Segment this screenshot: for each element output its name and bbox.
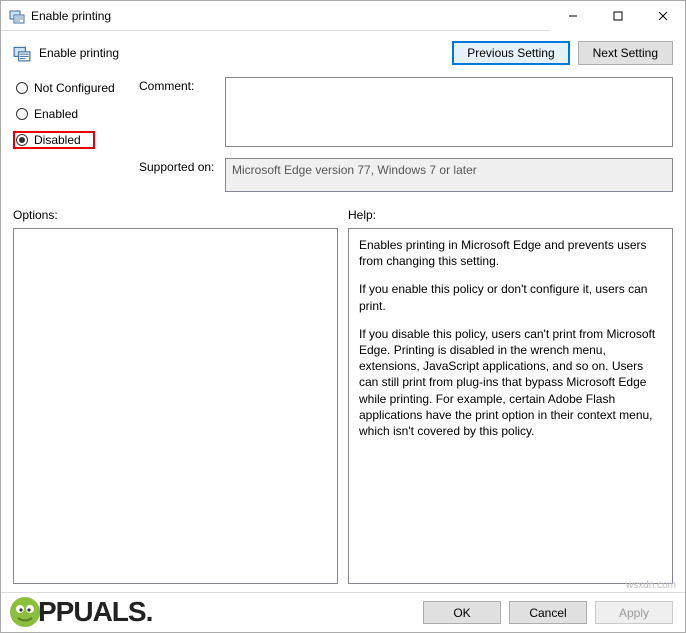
help-text: If you enable this policy or don't confi… [359, 281, 662, 313]
apply-button: Apply [595, 601, 673, 624]
supported-on-label: Supported on: [139, 158, 219, 174]
radio-not-configured[interactable]: Not Configured [13, 79, 133, 97]
header-row: Enable printing Previous Setting Next Se… [1, 31, 685, 73]
comment-field-wrap [225, 77, 673, 150]
close-button[interactable] [640, 1, 685, 31]
dialog-window: Enable printing Enable printing Previous… [0, 0, 686, 633]
cancel-button[interactable]: Cancel [509, 601, 587, 624]
comment-textarea[interactable] [225, 77, 673, 147]
lower-panels: Options: Help: Enables printing in Micro… [13, 208, 673, 584]
policy-title: Enable printing [39, 46, 119, 60]
policy-icon [9, 8, 25, 24]
radio-disabled[interactable]: Disabled [13, 131, 95, 149]
radio-label: Disabled [34, 133, 81, 147]
ok-button[interactable]: OK [423, 601, 501, 624]
radio-icon [16, 108, 28, 120]
radio-label: Enabled [34, 107, 78, 121]
comment-label: Comment: [139, 77, 219, 93]
maximize-button[interactable] [595, 1, 640, 31]
radio-icon [16, 82, 28, 94]
radio-icon [16, 134, 28, 146]
state-radio-group: Not Configured Enabled Disabled [13, 77, 133, 149]
dialog-buttons: OK Cancel Apply [1, 592, 685, 632]
top-config-grid: Not Configured Enabled Disabled Comment:… [13, 77, 673, 192]
help-panel[interactable]: Enables printing in Microsoft Edge and p… [348, 228, 673, 584]
help-label: Help: [348, 208, 673, 222]
help-text: If you disable this policy, users can't … [359, 326, 662, 439]
supported-on-wrap: Microsoft Edge version 77, Windows 7 or … [225, 158, 673, 192]
options-panel[interactable] [13, 228, 338, 584]
minimize-button[interactable] [550, 1, 595, 31]
policy-icon [13, 44, 31, 62]
radio-label: Not Configured [34, 81, 115, 95]
titlebar: Enable printing [1, 1, 685, 31]
content-area: Not Configured Enabled Disabled Comment:… [1, 73, 685, 592]
window-controls [550, 1, 685, 30]
previous-setting-button[interactable]: Previous Setting [452, 41, 569, 65]
radio-enabled[interactable]: Enabled [13, 105, 133, 123]
next-setting-button[interactable]: Next Setting [578, 41, 673, 65]
options-column: Options: [13, 208, 338, 584]
window-title: Enable printing [31, 9, 111, 23]
help-column: Help: Enables printing in Microsoft Edge… [348, 208, 673, 584]
supported-on-value: Microsoft Edge version 77, Windows 7 or … [225, 158, 673, 192]
options-label: Options: [13, 208, 338, 222]
help-text: Enables printing in Microsoft Edge and p… [359, 237, 662, 269]
